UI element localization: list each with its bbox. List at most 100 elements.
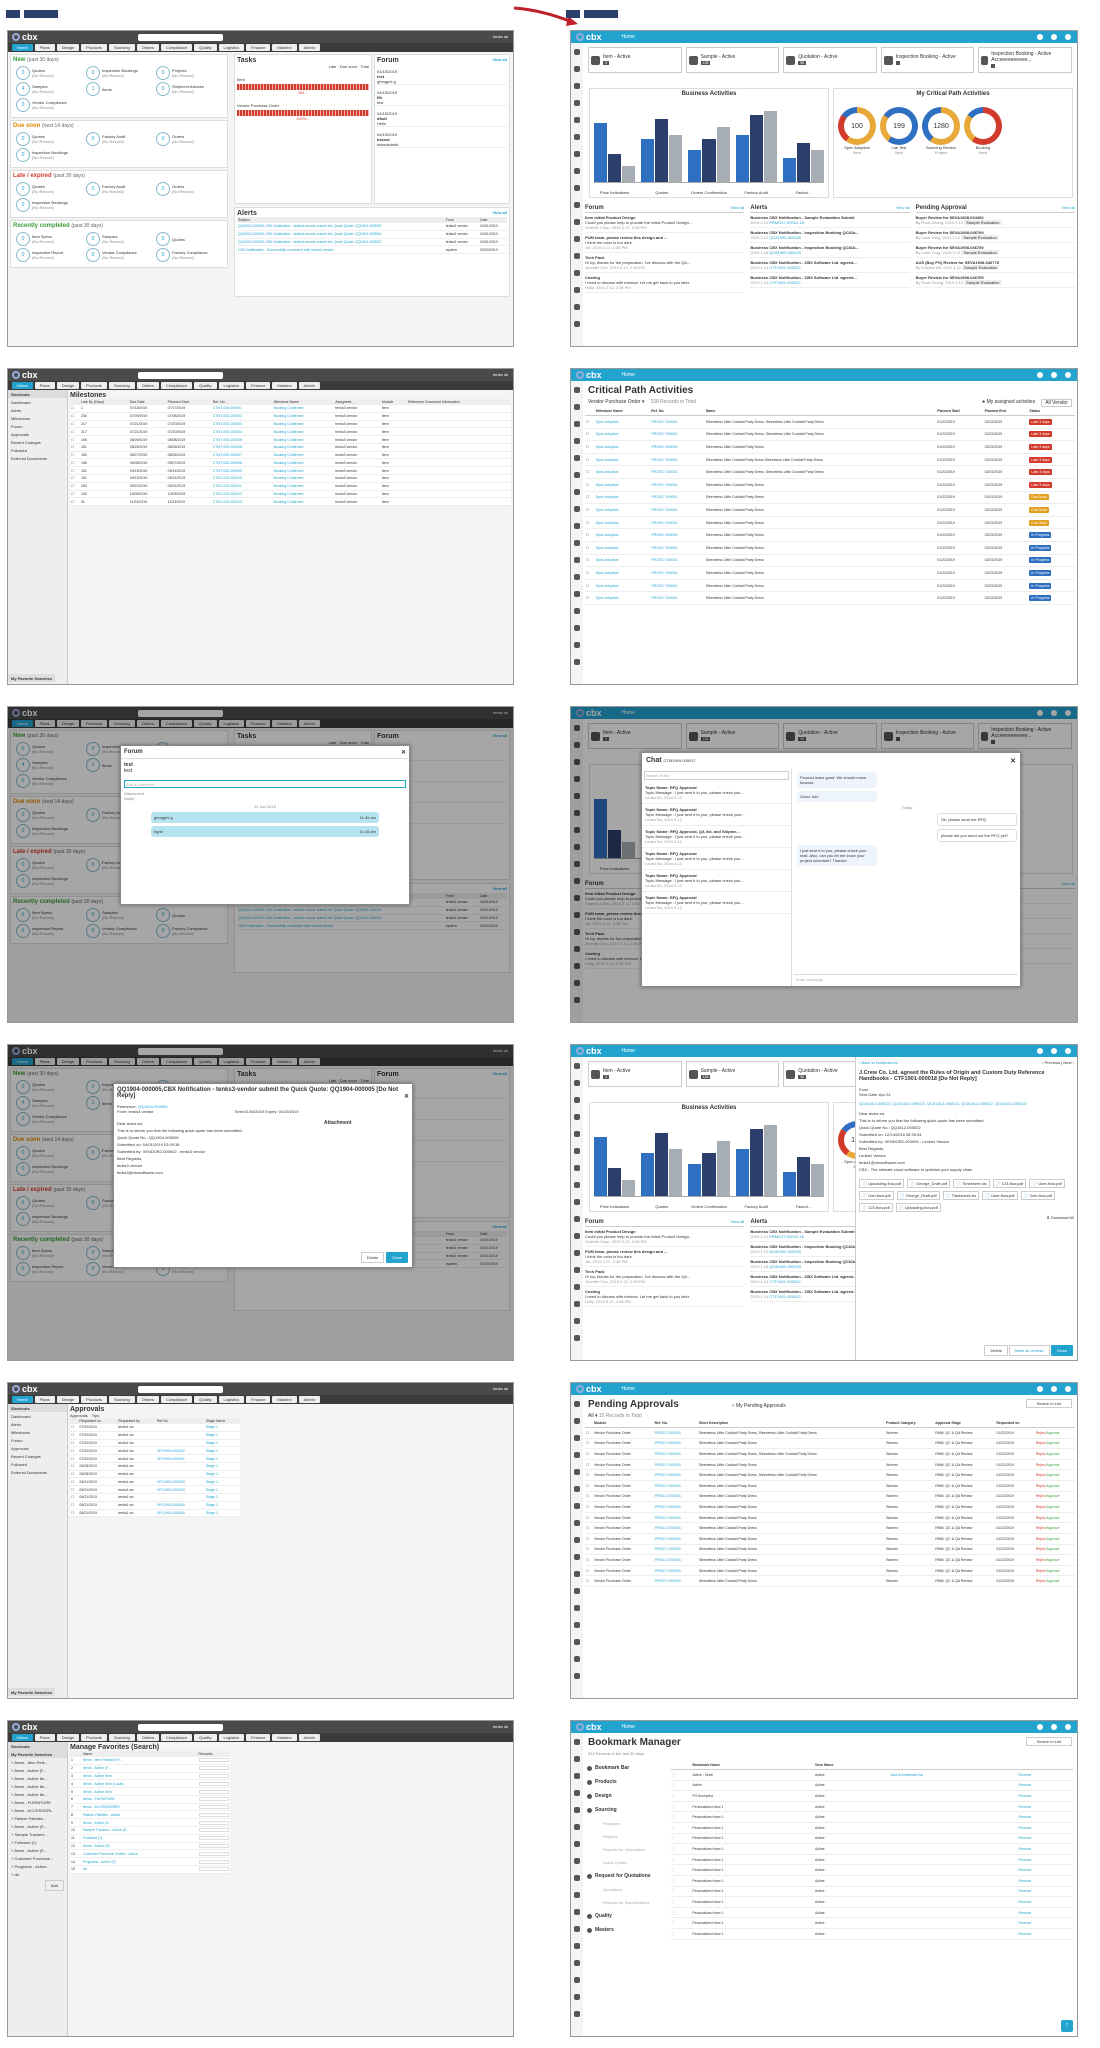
message-input[interactable]: Enter message <box>794 974 1018 984</box>
nav-icon[interactable] <box>574 1199 580 1205</box>
reject-button[interactable]: Reject <box>1036 1494 1046 1498</box>
approve-button[interactable]: Approve <box>1046 1441 1059 1445</box>
table-row[interactable]: ☐ 181 08/26/2019 08/25/2019 CTMT-000-000006 B… <box>70 443 511 452</box>
table-row[interactable]: ⋮ Active Active Remove <box>671 1780 1073 1792</box>
table-row[interactable]: ☐ Spec Adoption PRO017-000001 Sleeveless Li… <box>585 465 1075 479</box>
sidebar-item[interactable]: Forum <box>8 422 67 430</box>
nav-icon[interactable] <box>574 1469 580 1475</box>
nav-icon[interactable] <box>574 642 580 648</box>
forum-item[interactable]: Tech Pack Hi Ivy, thanks for the preparat… <box>585 253 745 273</box>
table-row[interactable]: 4 Items - Active Item (Local) <box>70 1779 230 1789</box>
nav-orders[interactable]: Orders <box>136 44 159 51</box>
bookmark-folder[interactable]: Projects <box>585 1830 663 1843</box>
alert-item[interactable]: Business CBX Notification - CBX Software… <box>750 258 910 273</box>
nav-icon[interactable] <box>574 66 580 72</box>
reject-button[interactable]: Reject <box>1036 1473 1046 1477</box>
delete-button[interactable]: Delete <box>360 1252 385 1263</box>
nav-icon[interactable] <box>574 404 580 410</box>
approve-button[interactable]: Approve <box>1046 1537 1059 1541</box>
table-row[interactable]: 13 Customer Purchase Orders - Active <box>70 1849 230 1859</box>
donut-chart[interactable]: 199Lab TestItem <box>880 107 918 155</box>
module-filter[interactable]: Vendor Purchase Order ▾ <box>588 399 644 407</box>
reject-button[interactable]: Reject <box>1036 1537 1046 1541</box>
nav-compliance[interactable]: Compliance <box>160 1734 193 1741</box>
search-input[interactable]: Search in List <box>1025 1399 1072 1408</box>
nav-icon[interactable] <box>574 1452 580 1458</box>
attachment-chip[interactable]: 📄 George_Draft.pdf <box>907 1179 951 1188</box>
favorite-item[interactable]: + Customer Purchase... <box>8 1854 67 1862</box>
nav-icon[interactable] <box>574 387 580 393</box>
remove-link[interactable]: Remove <box>1017 1928 1073 1940</box>
nav-icon[interactable] <box>574 489 580 495</box>
count-item[interactable]: 0Inspection Bookings(No Record) <box>16 148 82 162</box>
reject-button[interactable]: Reject <box>1036 1463 1046 1467</box>
nav-icon[interactable] <box>574 185 580 191</box>
nav-icon[interactable] <box>574 1807 580 1813</box>
attachment-chip[interactable]: 📄 User-flow.pdf <box>1029 1179 1065 1188</box>
nav-icon[interactable] <box>574 1756 580 1762</box>
table-row[interactable]: ☐ Spec Adoption PRO017-000001 Sleeveless Li… <box>585 528 1075 542</box>
bookmark-folder[interactable]: Programs <box>585 1817 663 1830</box>
nav-plans[interactable]: Plans <box>34 382 55 389</box>
nav-quality[interactable]: Quality <box>194 1396 217 1403</box>
chat-topic-item[interactable]: Topic Name: RFQ Approval Topic Message : … <box>642 848 791 870</box>
table-row[interactable]: ☐ 217 07/21/2019 07/20/2019 CTMT-000-000003 B… <box>70 420 511 429</box>
reject-button[interactable]: Reject <box>1036 1431 1046 1435</box>
attachment-chip[interactable]: 📄 Uploading-flow.pdf <box>895 1203 941 1212</box>
forum-item[interactable]: 04/15/2019bsssstbsasdsdsdd <box>377 132 507 148</box>
count-item[interactable]: 0Projects(No Record) <box>156 66 222 80</box>
table-row[interactable]: 12 Items - Active (S) <box>70 1842 230 1851</box>
sidebar-item[interactable]: Approvals <box>8 430 67 438</box>
nav-icon[interactable] <box>574 506 580 512</box>
approve-button[interactable]: Approve <box>1046 1473 1059 1477</box>
count-item[interactable]: 0Factory Compliance(No Record) <box>156 248 222 262</box>
table-row[interactable]: 6 Items - FURNITURE <box>70 1795 230 1804</box>
table-row[interactable]: ☐ 06/21/2019 tenks1 ea VPO1904-000003 Stage … <box>70 1477 240 1487</box>
forum-item[interactable]: Costing I need to discuss with internal. … <box>585 1287 745 1307</box>
attachment-chip[interactable]: 📄 Timesheet.xls <box>953 1179 990 1188</box>
count-item[interactable]: 0Orders(No Record) <box>156 132 222 146</box>
chat-search-input[interactable]: Search in list <box>644 771 789 780</box>
table-row[interactable]: ☐ Spec Adoption PRO017-000001 Sleeveless Li… <box>585 516 1075 530</box>
favorite-item[interactable]: + Items - Active Ite... <box>8 1774 67 1782</box>
nav-icon[interactable] <box>574 1520 580 1526</box>
download-all-link[interactable]: ⬇ Download All <box>859 1215 1074 1220</box>
bell-icon[interactable] <box>1037 34 1043 40</box>
alert-row[interactable]: QQ1904-000003,CBX Notification - tenks3-… <box>237 238 507 247</box>
alert-row[interactable]: QQ1904-000004,CBX Notification - tenks3-… <box>237 230 507 239</box>
reject-button[interactable]: Reject <box>1036 1441 1046 1445</box>
count-item[interactable]: 0Orders(No Record) <box>156 182 222 196</box>
reject-button[interactable]: Reject <box>1036 1547 1046 1551</box>
nav-icon[interactable] <box>574 1537 580 1543</box>
sidebar-item[interactable]: Followed <box>8 446 67 454</box>
forum-item[interactable]: Item Initial Product Design Could you ple… <box>585 213 745 233</box>
nav-icon[interactable] <box>574 523 580 529</box>
tab-card[interactable]: Item - Active 3 <box>588 1061 682 1087</box>
approve-button[interactable]: Approve <box>1046 1505 1059 1509</box>
table-row[interactable]: ☐ 1 07/18/2019 07/17/2019 CTMT-000-000001 Boo… <box>70 405 511 413</box>
nav-icon[interactable] <box>574 1301 580 1307</box>
table-row[interactable]: ☐ Vendor Purchase Order PRO017-000001 Sleev… <box>585 1565 1075 1577</box>
remove-link[interactable]: Remove <box>1017 1917 1073 1929</box>
nav-icon[interactable] <box>574 421 580 427</box>
search-input[interactable] <box>137 33 223 41</box>
close-icon[interactable]: ✕ <box>1010 757 1016 765</box>
nav-masters[interactable]: Masters <box>272 1396 297 1403</box>
favorite-item[interactable]: + dd <box>8 1870 67 1878</box>
table-row[interactable]: ☐ Vendor Purchase Order PRO017-000001 Sleev… <box>585 1491 1075 1503</box>
table-row[interactable]: 14 Programs - Active (F) <box>70 1857 230 1866</box>
reject-button[interactable]: Reject <box>1036 1516 1046 1520</box>
count-item[interactable]: 0 Quotes (No Record) <box>16 66 82 80</box>
search-input[interactable] <box>137 1723 223 1731</box>
view-all-link[interactable]: View all <box>896 205 910 211</box>
add-button[interactable]: Add <box>44 1879 64 1891</box>
reject-button[interactable]: Reject <box>1036 1579 1046 1583</box>
nav-admin[interactable]: Admin <box>298 1396 320 1403</box>
user-icon[interactable] <box>1051 1724 1057 1730</box>
table-row[interactable]: ☐ 198 08/09/2019 08/08/2019 CTMT-000-000005 B… <box>70 435 511 444</box>
nav-plans[interactable]: Plans <box>34 1396 55 1403</box>
home-link[interactable]: Home <box>622 1048 635 1054</box>
nav-icon[interactable] <box>574 1588 580 1594</box>
nav-compliance[interactable]: Compliance <box>160 1396 193 1403</box>
nav-icon[interactable] <box>574 100 580 106</box>
